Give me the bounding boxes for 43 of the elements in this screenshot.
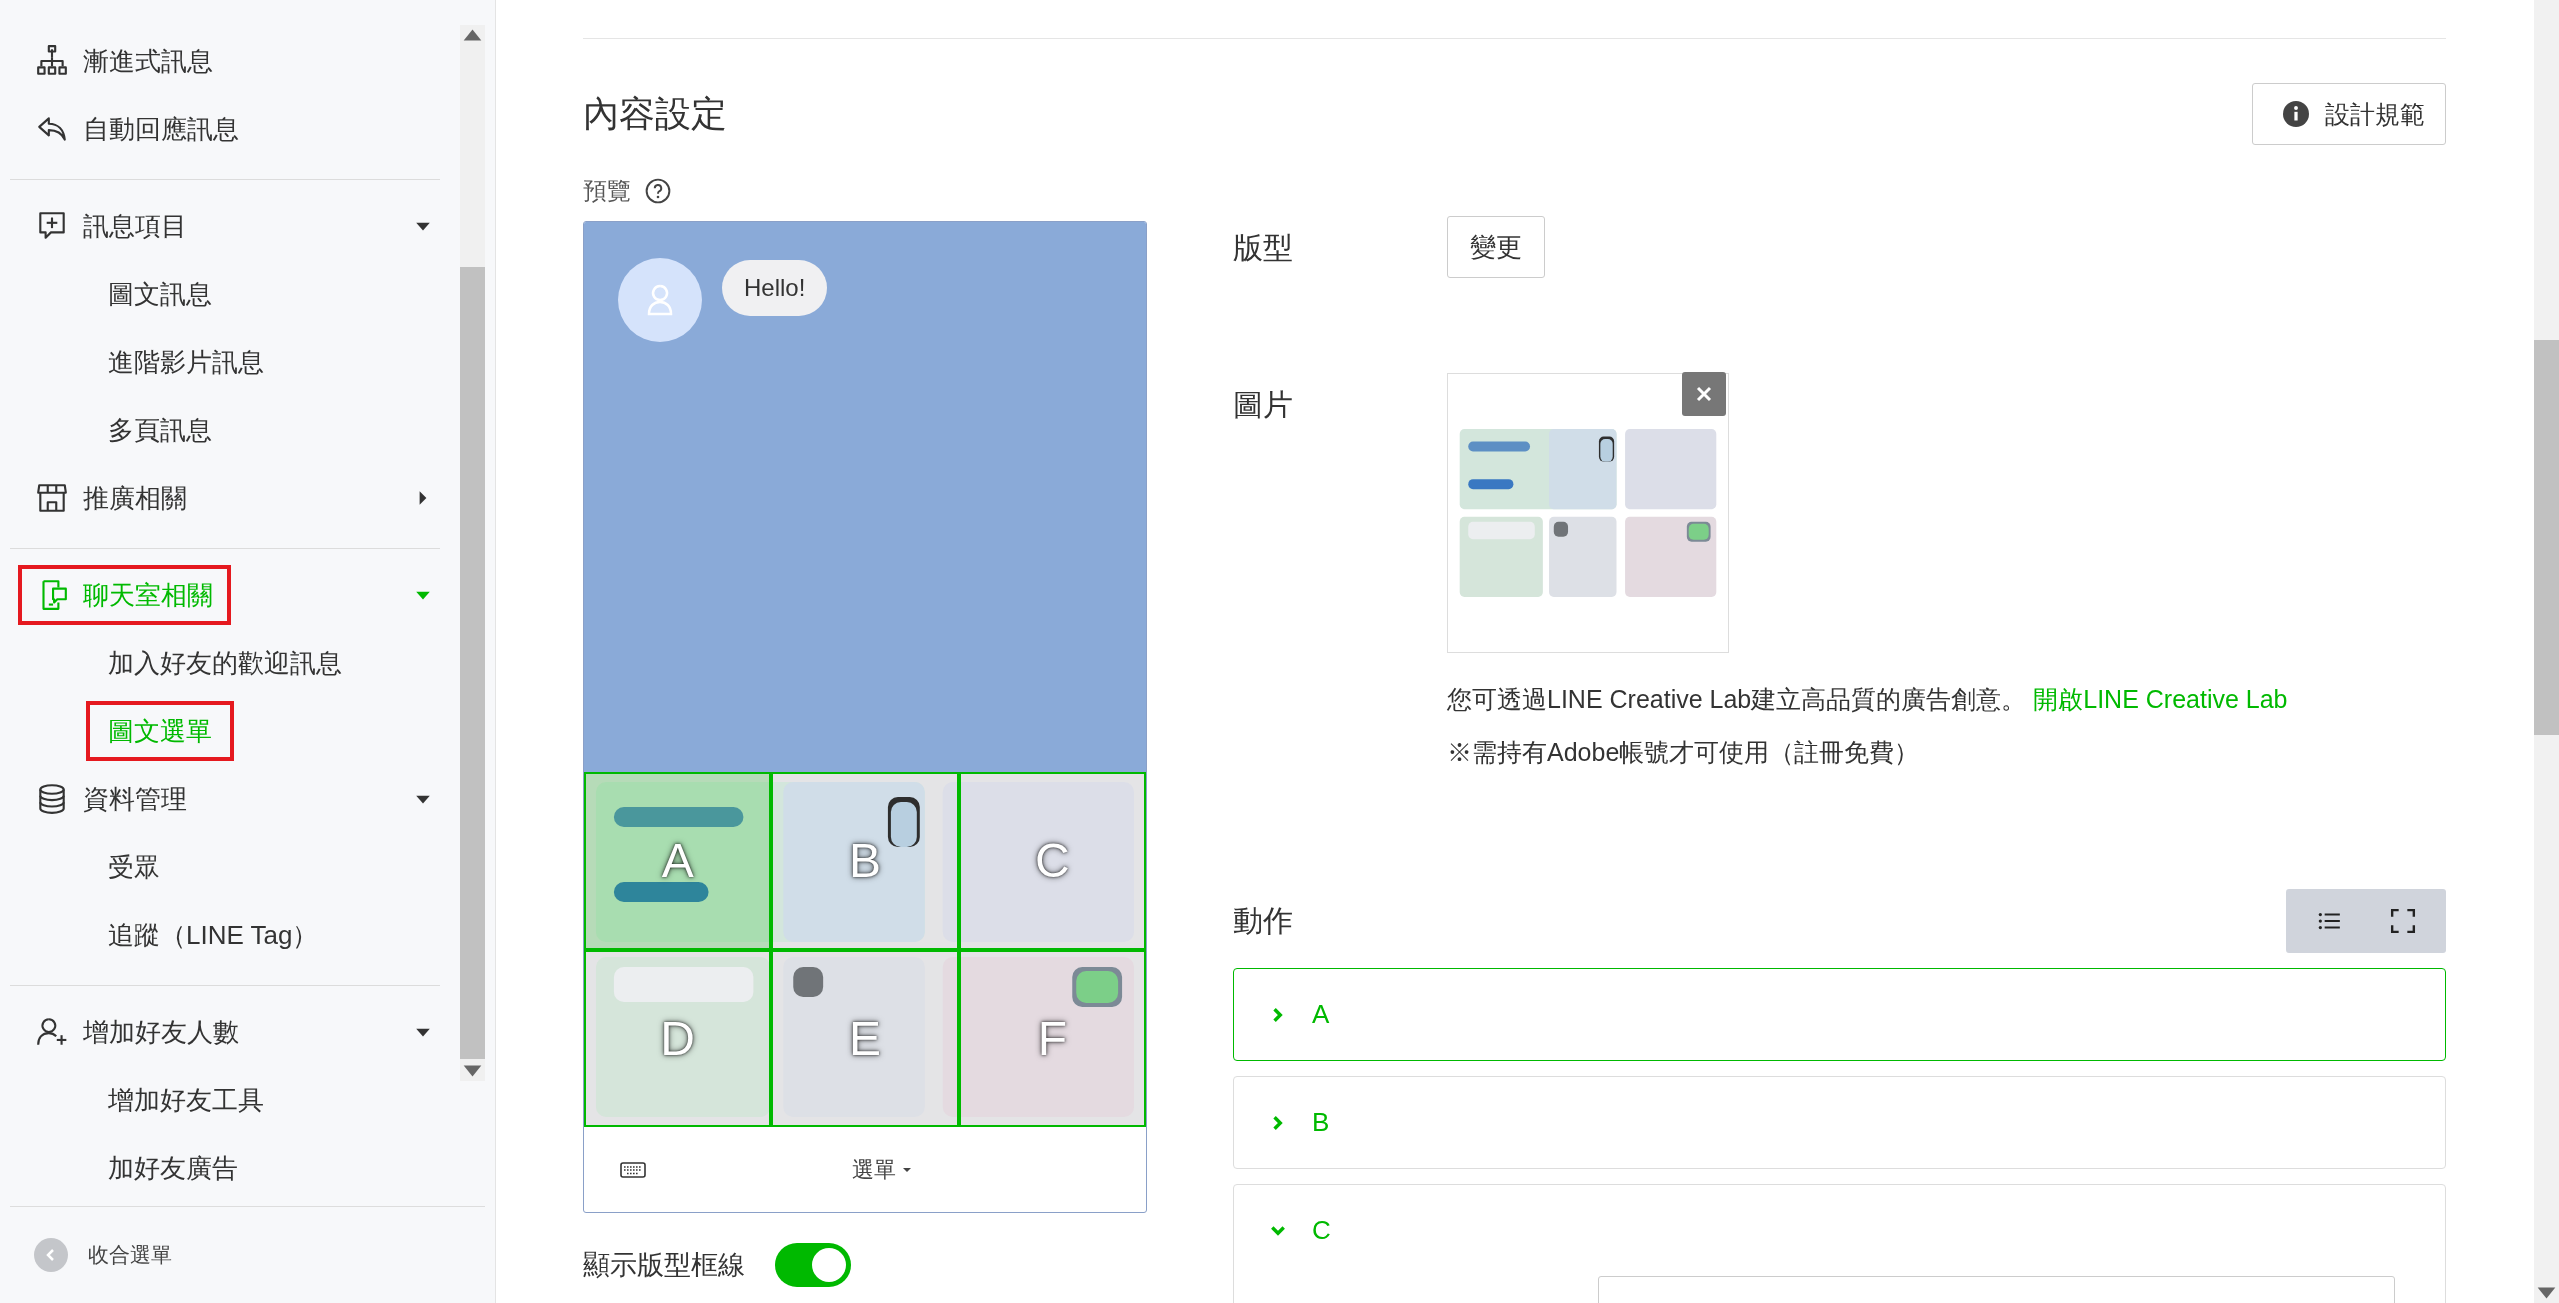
sidebar-subitem[interactable]: 受眾	[86, 837, 182, 897]
action-label: B	[1312, 1107, 1330, 1138]
action-label: C	[1312, 1215, 1331, 1246]
info-icon	[2283, 101, 2309, 127]
sidebar-item[interactable]: 漸進式訊息	[18, 31, 231, 91]
sidebar-subitem[interactable]: 多頁訊息	[86, 400, 234, 460]
keyboard-icon[interactable]	[620, 1161, 646, 1178]
preview-label: 預覽	[583, 176, 631, 206]
field-label: 版型	[1233, 230, 1294, 266]
info-text: ※需持有Adobe帳號才可使用（註冊免費）	[1447, 737, 1921, 768]
sidebar-subitem[interactable]: 增加好友工具	[86, 1070, 286, 1130]
toggle-label: 顯示版型框線	[583, 1249, 745, 1282]
info-text: 您可透過LINE Creative Lab建立高品質的廣告創意。	[1447, 685, 2027, 713]
action-label: A	[1312, 999, 1330, 1030]
close-button[interactable]	[1682, 372, 1726, 416]
sidebar-item[interactable]: 訊息項目	[18, 196, 205, 256]
help-icon[interactable]	[645, 178, 671, 204]
field-label: 圖片	[1233, 387, 1294, 423]
menu-toggle-button[interactable]: 選單	[846, 1153, 918, 1186]
sidebar-subitem[interactable]: 圖文訊息	[86, 264, 234, 324]
hierarchy-icon	[35, 44, 69, 78]
message-bubble: Hello!	[722, 260, 828, 316]
section-label: 動作	[1233, 902, 1294, 939]
change-button[interactable]: 變更	[1447, 216, 1545, 278]
fullscreen-icon[interactable]	[2390, 908, 2416, 934]
store-icon	[35, 481, 69, 515]
close-icon	[1694, 384, 1714, 404]
sidebar-item[interactable]: 增加好友人數	[18, 1002, 257, 1062]
sidebar-subitem[interactable]: 加入好友的歡迎訊息	[86, 633, 364, 693]
design-guide-button[interactable]: 設計規範	[2252, 83, 2446, 145]
scrollbar[interactable]	[460, 25, 485, 1081]
chevron-left-icon	[34, 1238, 68, 1272]
collapse-menu-button[interactable]: 收合選單	[10, 1237, 178, 1273]
sidebar-subitem[interactable]: 進階影片訊息	[86, 332, 286, 392]
sidebar-subitem[interactable]: 追蹤（LINE Tag）	[86, 905, 341, 965]
sidebar-subitem[interactable]: 加好友廣告	[86, 1138, 260, 1198]
sidebar-item[interactable]: 自動回應訊息	[18, 99, 257, 159]
section-title: 內容設定	[583, 91, 727, 136]
toggle-switch[interactable]	[775, 1243, 851, 1287]
scrollbar[interactable]	[2534, 0, 2559, 1303]
avatar-icon	[618, 258, 702, 342]
sidebar-item[interactable]: 推廣相關	[18, 468, 205, 528]
sidebar-item[interactable]: 資料管理	[18, 769, 205, 829]
